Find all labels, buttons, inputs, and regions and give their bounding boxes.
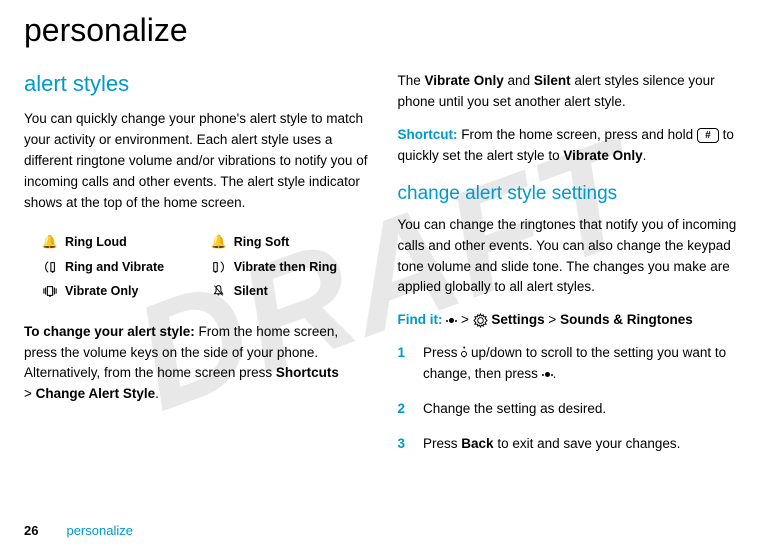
text: . bbox=[553, 366, 557, 381]
shortcut-label: Shortcut: bbox=[398, 127, 458, 142]
page-content: personalize alert styles You can quickly… bbox=[24, 12, 743, 469]
two-column-layout: alert styles You can quickly change your… bbox=[24, 71, 743, 469]
step-text: Press Back to exit and save your changes… bbox=[423, 434, 680, 455]
find-it-label: Find it: bbox=[398, 312, 443, 327]
silent-text: Silent bbox=[534, 73, 571, 88]
shortcuts-text: Shortcuts bbox=[276, 365, 339, 380]
gt-symbol: > bbox=[545, 312, 560, 327]
style-vibrate-only: Vibrate Only bbox=[42, 284, 201, 298]
vibrate-only-text: Vibrate Only bbox=[563, 148, 642, 163]
vibrate-silent-para: The Vibrate Only and Silent alert styles… bbox=[398, 71, 744, 113]
style-ring-soft: 🔔 Ring Soft bbox=[211, 234, 370, 250]
gt-symbol: > bbox=[24, 386, 36, 401]
step-text: Press •• up/down to scroll to the settin… bbox=[423, 343, 743, 385]
alert-styles-intro: You can quickly change your phone's aler… bbox=[24, 109, 370, 214]
page-number: 26 bbox=[24, 523, 38, 538]
change-settings-para: You can change the ringtones that notify… bbox=[398, 215, 744, 299]
shortcut-para: Shortcut: From the home screen, press an… bbox=[398, 125, 744, 167]
style-ring-vibrate: Ring and Vibrate bbox=[42, 260, 201, 274]
step-number: 3 bbox=[398, 434, 406, 455]
vibrate-only-icon bbox=[42, 284, 58, 298]
alert-styles-heading: alert styles bbox=[24, 71, 370, 97]
find-it-line: Find it: > Settings > Sounds & Ringtones bbox=[398, 310, 744, 331]
vibrate-ring-icon bbox=[211, 260, 227, 274]
step-1: 1 Press •• up/down to scroll to the sett… bbox=[398, 343, 744, 385]
step-text: Change the setting as desired. bbox=[423, 399, 606, 420]
period: . bbox=[155, 386, 159, 401]
bell-icon: 🔔 bbox=[42, 234, 58, 250]
back-text: Back bbox=[461, 436, 493, 451]
change-alert-style-para: To change your alert style: From the hom… bbox=[24, 322, 370, 406]
change-bold-lead: To change your alert style: bbox=[24, 324, 195, 339]
text: and bbox=[504, 73, 534, 88]
change-alert-style-text: Change Alert Style bbox=[36, 386, 156, 401]
steps-list: 1 Press •• up/down to scroll to the sett… bbox=[398, 343, 744, 455]
page-title: personalize bbox=[24, 12, 743, 49]
gear-icon bbox=[473, 312, 488, 327]
style-label: Vibrate then Ring bbox=[234, 260, 337, 274]
style-label: Ring Soft bbox=[234, 235, 290, 249]
text: Press bbox=[423, 345, 461, 360]
text: The bbox=[398, 73, 425, 88]
style-label: Silent bbox=[234, 284, 268, 298]
style-vibrate-ring: Vibrate then Ring bbox=[211, 260, 370, 274]
text: to exit and save your changes. bbox=[494, 436, 681, 451]
change-settings-heading: change alert style settings bbox=[398, 183, 744, 205]
alert-styles-grid: 🔔 Ring Loud 🔔 Ring Soft Ring and Vibrate bbox=[24, 226, 370, 306]
center-key-icon bbox=[542, 372, 553, 377]
text: . bbox=[643, 148, 647, 163]
left-column: alert styles You can quickly change your… bbox=[24, 71, 370, 469]
text: Press bbox=[423, 436, 461, 451]
silent-icon bbox=[211, 284, 227, 297]
text: up/down to scroll to the setting you wan… bbox=[423, 345, 726, 381]
bell-icon: 🔔 bbox=[211, 234, 227, 250]
hash-key-icon: # bbox=[697, 128, 719, 143]
text: From the home screen, press and hold bbox=[458, 127, 697, 142]
center-key-icon bbox=[446, 318, 457, 323]
vibrate-only-text: Vibrate Only bbox=[425, 73, 504, 88]
sounds-ringtones-text: Sounds & Ringtones bbox=[560, 312, 693, 327]
style-silent: Silent bbox=[211, 284, 370, 298]
settings-text: Settings bbox=[491, 312, 544, 327]
style-label: Vibrate Only bbox=[65, 284, 138, 298]
step-number: 2 bbox=[398, 399, 406, 420]
page-footer: 26 personalize bbox=[24, 523, 133, 538]
right-column: The Vibrate Only and Silent alert styles… bbox=[398, 71, 744, 469]
style-label: Ring and Vibrate bbox=[65, 260, 164, 274]
gt-symbol: > bbox=[457, 312, 472, 327]
footer-section: personalize bbox=[66, 523, 133, 538]
step-number: 1 bbox=[398, 343, 406, 385]
step-2: 2 Change the setting as desired. bbox=[398, 399, 744, 420]
ring-vibrate-icon bbox=[42, 260, 58, 274]
step-3: 3 Press Back to exit and save your chang… bbox=[398, 434, 744, 455]
style-label: Ring Loud bbox=[65, 235, 127, 249]
style-ring-loud: 🔔 Ring Loud bbox=[42, 234, 201, 250]
